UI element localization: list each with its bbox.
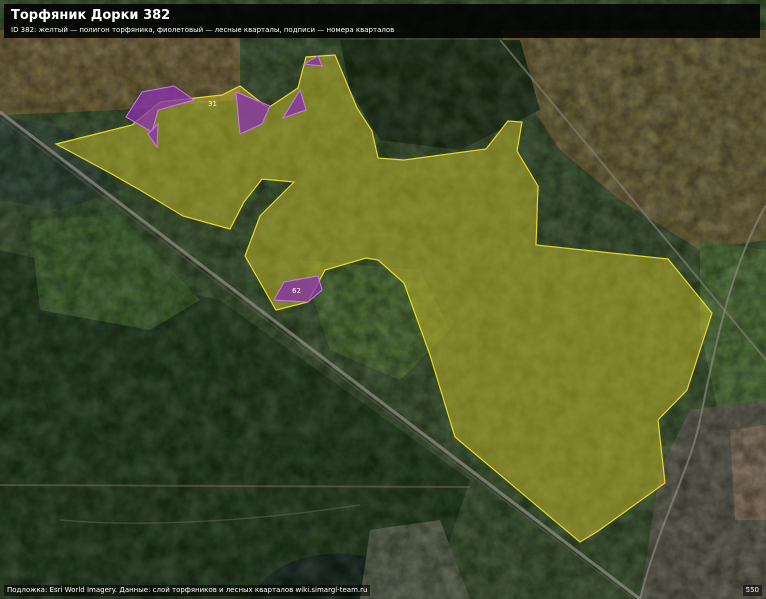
quarter-label: 62: [292, 287, 301, 295]
map-subtitle: ID 382: желтый — полигон торфяника, фиол…: [11, 26, 395, 34]
map-header: Торфяник Дорки 382 ID 382: желтый — поли…: [4, 4, 760, 38]
map-view[interactable]: 31 62 Торфяник Дорки 382 ID 382: желтый …: [0, 0, 766, 599]
map-title: Торфяник Дорки 382: [11, 8, 171, 23]
map-attribution: Подложка: Esri World Imagery. Данные: сл…: [4, 585, 371, 596]
scale-label: 550: [742, 585, 762, 596]
overlay-layer: 31 62: [54, 54, 713, 543]
quarter-label: 31: [208, 100, 217, 108]
